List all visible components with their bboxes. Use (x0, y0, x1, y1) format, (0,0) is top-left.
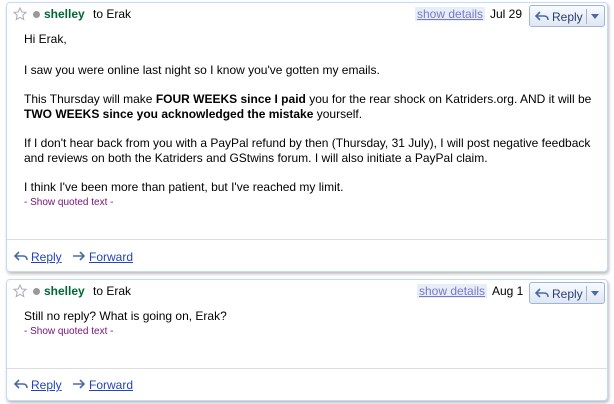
dropdown-arrow-icon[interactable] (591, 14, 599, 19)
button-separator (586, 286, 587, 301)
show-quoted-text-link[interactable]: - Show quoted text - (24, 195, 591, 210)
reply-link[interactable]: Reply (31, 250, 62, 264)
message-date: Aug 1 (492, 284, 524, 298)
emphasis-text: TWO WEEKS since you acknowledged the mis… (24, 107, 314, 121)
forward-link[interactable]: Forward (89, 378, 133, 392)
body-text: This Thursday will make (24, 92, 156, 106)
body-paragraph: This Thursday will make FOUR WEEKS since… (24, 92, 591, 122)
reply-button[interactable]: Reply (529, 282, 605, 304)
recipient-text: to Erak (93, 284, 132, 298)
dropdown-arrow-icon[interactable] (591, 291, 599, 296)
emphasis-text: FOUR WEEKS since I paid (155, 92, 306, 106)
divider (7, 368, 607, 369)
greeting: Hi Erak, (24, 32, 67, 46)
forward-link[interactable]: Forward (89, 250, 133, 264)
show-details-link[interactable]: show details (417, 284, 488, 298)
body-text: you for the rear shock on Katriders.org.… (305, 92, 592, 106)
forward-arrow-icon[interactable] (72, 251, 86, 261)
button-separator (586, 9, 587, 24)
body-paragraph: I saw you were online last night so I kn… (24, 63, 380, 77)
message-body: Hi Erak, I saw you were online last nigh… (24, 32, 591, 210)
reply-button-label: Reply (552, 10, 583, 24)
star-icon[interactable] (13, 7, 27, 21)
message-body: Still no reply? What is going on, Erak? … (24, 309, 227, 339)
reply-button[interactable]: Reply (529, 5, 605, 27)
show-quoted-text-link[interactable]: - Show quoted text - (24, 324, 227, 339)
reply-arrow-icon[interactable] (14, 379, 28, 389)
divider (7, 239, 607, 240)
reply-arrow-icon[interactable] (14, 251, 28, 261)
star-icon[interactable] (13, 284, 27, 298)
show-details-link[interactable]: show details (415, 7, 486, 21)
message-date: Jul 29 (490, 7, 523, 21)
body-paragraph: I think I've been more than patient, but… (24, 180, 344, 194)
sender-name[interactable]: shelley (44, 284, 85, 298)
body-text: and reviews on both the Katriders and GS… (24, 151, 488, 165)
message-header[interactable]: shelley to Erak show details Jul 29 Repl… (7, 3, 607, 27)
reply-arrow-icon (535, 11, 549, 21)
status-dot-icon (33, 11, 40, 18)
forward-arrow-icon[interactable] (72, 379, 86, 389)
status-dot-icon (33, 288, 40, 295)
body-paragraph: Still no reply? What is going on, Erak? (24, 309, 227, 323)
reply-arrow-icon (535, 288, 549, 298)
message-card: shelley to Erak show details Aug 1 Reply… (6, 279, 608, 401)
reply-button-label: Reply (552, 287, 583, 301)
reply-link[interactable]: Reply (31, 378, 62, 392)
body-text: yourself. (313, 107, 363, 121)
body-text: If I don't hear back from you with a Pay… (24, 136, 591, 150)
message-header[interactable]: shelley to Erak show details Aug 1 Reply (7, 280, 607, 304)
recipient-text: to Erak (93, 7, 132, 21)
message-card: shelley to Erak show details Jul 29 Repl… (6, 2, 608, 272)
body-paragraph: If I don't hear back from you with a Pay… (24, 136, 591, 166)
sender-name[interactable]: shelley (44, 7, 85, 21)
